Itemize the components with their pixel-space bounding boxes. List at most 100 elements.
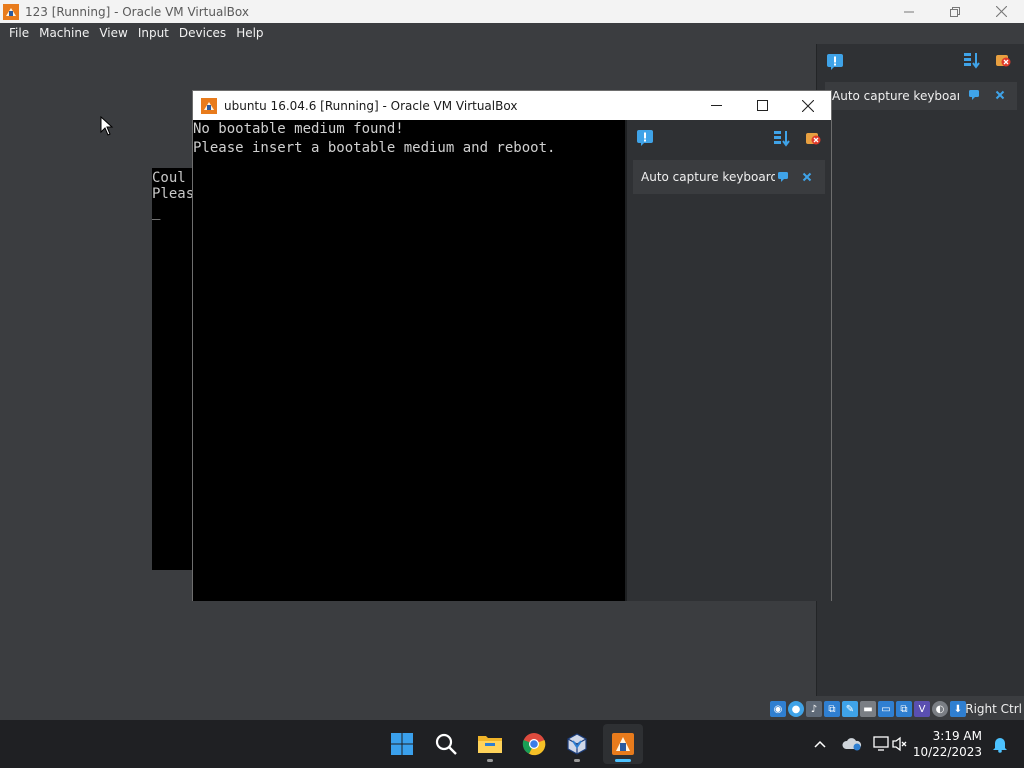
inner-notification-card[interactable]: Auto capture keyboard ... <box>633 160 825 194</box>
outer-vm-console: Coul Pleas _ <box>152 170 194 220</box>
chat-help-icon <box>778 172 788 182</box>
active-indicator <box>615 759 631 762</box>
onedrive-button[interactable] <box>842 734 862 754</box>
hard-disk-icon[interactable]: ◉ <box>770 701 786 717</box>
menu-help[interactable]: Help <box>231 26 268 40</box>
taskbar: 3:19 AM 10/22/2023 <box>0 720 1024 768</box>
inner-notification-center: Auto capture keyboard ... <box>625 120 831 601</box>
minimize-icon <box>710 105 722 106</box>
search-icon <box>435 733 457 755</box>
mouse-pointer-icon <box>100 116 114 136</box>
menu-file[interactable]: File <box>4 26 34 40</box>
outer-close-button[interactable] <box>978 0 1024 23</box>
inner-vm-window[interactable]: ubuntu 16.04.6 [Running] - Oracle VM Vir… <box>192 90 832 601</box>
close-icon <box>995 90 1005 100</box>
clear-all-icon <box>806 133 821 145</box>
volume-muted-icon <box>892 736 907 752</box>
show-hidden-icons-button[interactable] <box>810 734 830 754</box>
restore-icon <box>950 6 960 17</box>
outer-menu-bar: File Machine View Input Devices Help <box>0 23 1024 42</box>
recording-icon[interactable]: ⧉ <box>896 701 912 717</box>
outer-minimize-button[interactable] <box>886 0 932 23</box>
display-icon[interactable]: ▭ <box>878 701 894 717</box>
volume-button[interactable] <box>890 734 910 754</box>
system-tray: 3:19 AM 10/22/2023 <box>784 720 1024 768</box>
clear-notifications-button[interactable] <box>803 128 823 148</box>
bell-icon <box>993 738 1007 753</box>
inner-maximize-button[interactable] <box>739 91 785 120</box>
outer-title-bar[interactable]: 123 [Running] - Oracle VM VirtualBox <box>0 0 1024 23</box>
taskbar-app-file-explorer[interactable] <box>470 724 510 764</box>
mouse-integration-icon[interactable]: ◐ <box>932 701 948 717</box>
notification-icon <box>637 130 653 146</box>
menu-input[interactable]: Input <box>133 26 174 40</box>
clock-time: 3:19 AM <box>932 729 982 743</box>
virtualbox-vm-icon <box>612 733 634 755</box>
chat-help-icon <box>969 90 979 100</box>
inner-close-button[interactable] <box>785 91 831 120</box>
clock-date: 10/22/2023 <box>912 745 982 759</box>
vm-status-bar: ◉ ● ♪ ⧉ ✎ ▬ ▭ ⧉ V ◐ ⬇ Right Ctrl <box>0 698 1024 720</box>
console-cursor: _ <box>152 204 161 220</box>
notification-text: Auto capture keyboard ... <box>832 89 959 103</box>
search-button[interactable] <box>426 724 466 764</box>
inner-vm-display[interactable]: No bootable medium found! Please insert … <box>193 120 625 601</box>
taskbar-app-virtualbox-manager[interactable] <box>557 724 597 764</box>
folder-icon <box>478 736 502 753</box>
virtualbox-logo-icon <box>3 3 19 20</box>
cloud-icon <box>842 738 862 751</box>
notification-help-button[interactable] <box>967 88 981 105</box>
host-key-icon[interactable]: ⬇ <box>950 701 966 717</box>
console-line: Please insert a bootable medium and rebo… <box>193 140 556 156</box>
minimize-icon <box>904 11 914 12</box>
network-tray-button[interactable] <box>872 734 892 754</box>
taskbar-app-virtualbox-vm[interactable] <box>603 724 643 764</box>
maximize-icon <box>756 100 768 111</box>
running-indicator <box>574 759 580 762</box>
notification-dismiss-button[interactable] <box>993 88 1007 105</box>
virtualbox-cube-icon <box>567 733 587 755</box>
outer-window-title: 123 [Running] - Oracle VM VirtualBox <box>25 4 249 19</box>
audio-icon[interactable]: ♪ <box>806 701 822 717</box>
menu-view[interactable]: View <box>94 26 132 40</box>
taskbar-clock[interactable]: 3:19 AM 10/22/2023 <box>913 728 982 760</box>
outer-notification-card[interactable]: Auto capture keyboard ... <box>825 82 1017 110</box>
outer-restore-button[interactable] <box>932 0 978 23</box>
host-key-label: Right Ctrl <box>965 702 1022 716</box>
shared-folders-icon[interactable]: ▬ <box>860 701 876 717</box>
chrome-icon <box>522 733 546 756</box>
start-button[interactable] <box>382 724 422 764</box>
close-icon <box>802 99 814 112</box>
network-monitor-icon <box>873 736 889 751</box>
notification-icon <box>827 54 843 70</box>
console-line: No bootable medium found! <box>193 121 404 137</box>
taskbar-app-chrome[interactable] <box>514 724 554 764</box>
notification-center-toggle-button[interactable] <box>635 128 655 148</box>
close-icon <box>995 6 1007 17</box>
notification-center-toggle-button[interactable] <box>825 52 845 72</box>
clear-notifications-button[interactable] <box>993 50 1013 70</box>
menu-machine[interactable]: Machine <box>34 26 94 40</box>
console-line: Coul <box>152 170 186 186</box>
inner-window-title: ubuntu 16.04.6 [Running] - Oracle VM Vir… <box>224 98 518 113</box>
inner-minimize-button[interactable] <box>693 91 739 120</box>
sort-icon <box>964 53 980 69</box>
inner-title-bar[interactable]: ubuntu 16.04.6 [Running] - Oracle VM Vir… <box>193 91 831 120</box>
vt-x-icon[interactable]: V <box>914 701 930 717</box>
chevron-up-icon <box>814 740 826 748</box>
notification-text: Auto capture keyboard ... <box>641 170 775 184</box>
notification-help-button[interactable] <box>776 170 790 187</box>
running-indicator <box>487 759 493 762</box>
outer-notification-center: Auto capture keyboard ... <box>816 44 1024 696</box>
usb-icon[interactable]: ✎ <box>842 701 858 717</box>
notification-dismiss-button[interactable] <box>800 170 814 187</box>
sort-notifications-button[interactable] <box>962 50 982 70</box>
network-icon[interactable]: ⧉ <box>824 701 840 717</box>
menu-devices[interactable]: Devices <box>174 26 231 40</box>
console-line: Pleas <box>152 186 195 202</box>
sort-notifications-button[interactable] <box>772 128 792 148</box>
windows-logo-icon <box>391 733 413 755</box>
virtualbox-logo-icon <box>201 97 217 114</box>
notifications-button[interactable] <box>990 734 1010 754</box>
optical-drive-icon[interactable]: ● <box>788 701 804 717</box>
